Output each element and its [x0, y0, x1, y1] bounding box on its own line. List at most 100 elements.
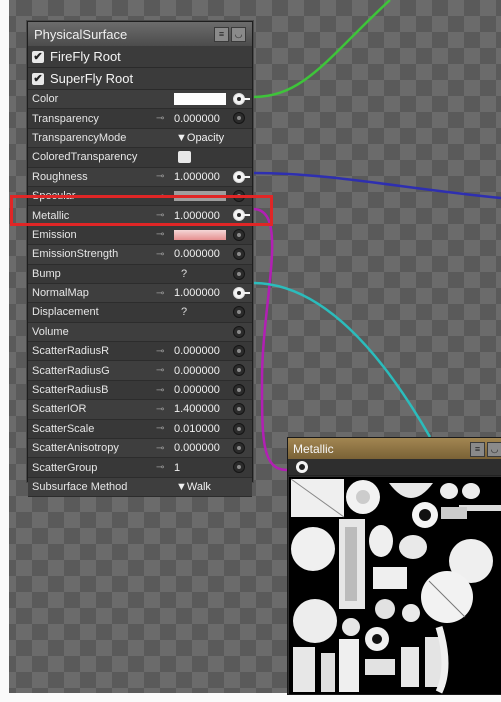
- param-name: ScatterAnisotropy: [32, 442, 119, 455]
- collapse-icon[interactable]: ◡: [487, 442, 501, 457]
- param-row[interactable]: TransparencyMode ▼Opacity: [28, 128, 252, 149]
- param-row[interactable]: Subsurface Method ▼Walk: [28, 477, 252, 498]
- param-value[interactable]: 0.000000: [174, 442, 220, 454]
- collapse-icon[interactable]: ◡: [231, 27, 246, 42]
- param-value[interactable]: 0.000000: [174, 384, 220, 396]
- param-name: ColoredTransparency: [32, 151, 138, 164]
- param-row[interactable]: Roughness ⊸ 1.000000: [28, 167, 252, 187]
- uv-map-image: [289, 477, 501, 694]
- root-row[interactable]: ✔ FireFly Root: [28, 46, 252, 68]
- param-checkbox[interactable]: [178, 151, 191, 164]
- connected-port-icon[interactable]: [233, 93, 250, 105]
- param-name: NormalMap: [32, 287, 89, 300]
- texture-title-bar[interactable]: Metallic ≡ ◡: [288, 438, 501, 459]
- link-icon[interactable]: ⊸: [156, 365, 164, 376]
- param-row[interactable]: Transparency ⊸ 0.000000: [28, 109, 252, 129]
- param-name: Transparency: [32, 112, 99, 125]
- input-port-icon[interactable]: [233, 383, 245, 396]
- color-swatch[interactable]: [174, 93, 226, 105]
- input-port-icon[interactable]: [233, 112, 245, 125]
- param-row[interactable]: ScatterRadiusG ⊸ 0.000000: [28, 361, 252, 381]
- input-port-icon[interactable]: [233, 461, 245, 474]
- input-port-icon[interactable]: [233, 442, 245, 455]
- param-value[interactable]: 0.000000: [174, 113, 220, 125]
- param-name: EmissionStrength: [32, 248, 119, 261]
- link-icon[interactable]: ⊸: [156, 171, 164, 182]
- param-name: Bump: [32, 267, 61, 280]
- param-value[interactable]: 0.000000: [174, 248, 220, 260]
- color-wire: [252, 0, 391, 99]
- link-icon[interactable]: ⊸: [156, 404, 164, 415]
- link-icon[interactable]: ⊸: [156, 229, 164, 240]
- param-row[interactable]: ScatterRadiusB ⊸ 0.000000: [28, 380, 252, 401]
- connected-port-icon[interactable]: [233, 286, 250, 299]
- param-name: TransparencyMode: [32, 131, 127, 144]
- link-icon[interactable]: ⊸: [156, 443, 164, 454]
- param-row[interactable]: Bump?: [28, 264, 252, 284]
- link-icon[interactable]: ⊸: [156, 249, 164, 260]
- roughness-wire: [252, 171, 501, 200]
- link-icon[interactable]: ⊸: [156, 423, 164, 434]
- param-value[interactable]: 1.000000: [174, 171, 220, 183]
- texture-preview: [289, 477, 501, 694]
- texture-node-title: Metallic: [293, 441, 334, 456]
- root-checkbox[interactable]: ✔: [32, 50, 44, 63]
- input-port-icon[interactable]: [233, 267, 245, 280]
- node-title-bar[interactable]: PhysicalSurface ≡ ◡: [28, 22, 252, 46]
- param-row[interactable]: Volume: [28, 322, 252, 343]
- root-checkbox[interactable]: ✔: [32, 72, 44, 85]
- link-icon[interactable]: ⊸: [156, 385, 164, 396]
- link-icon[interactable]: ⊸: [156, 462, 164, 473]
- texture-output-port[interactable]: [296, 461, 308, 473]
- connected-port-icon[interactable]: [233, 170, 250, 183]
- param-row[interactable]: ScatterIOR ⊸ 1.400000: [28, 400, 252, 420]
- input-port-icon[interactable]: [233, 325, 245, 338]
- param-value[interactable]: 0.010000: [174, 423, 220, 435]
- param-row[interactable]: ScatterAnisotropy ⊸ 0.000000: [28, 439, 252, 459]
- param-value[interactable]: 0.000000: [174, 365, 220, 377]
- param-name: Subsurface Method: [32, 481, 128, 493]
- param-name: Displacement: [32, 306, 99, 319]
- param-row[interactable]: ScatterRadiusR ⊸ 0.000000: [28, 342, 252, 362]
- root-label: FireFly Root: [50, 49, 121, 64]
- param-row[interactable]: Color: [28, 90, 252, 110]
- unset-value[interactable]: ?: [181, 306, 187, 318]
- list-icon[interactable]: ≡: [470, 442, 485, 457]
- param-dropdown[interactable]: ▼Walk: [176, 481, 211, 493]
- input-port-icon[interactable]: [233, 422, 245, 435]
- emission-color-bar[interactable]: [174, 229, 226, 240]
- list-icon[interactable]: ≡: [214, 27, 229, 42]
- param-name: ScatterGroup: [32, 461, 98, 474]
- param-value[interactable]: 1.000000: [174, 287, 220, 299]
- param-row[interactable]: ScatterScale ⊸ 0.010000: [28, 419, 252, 440]
- root-row[interactable]: ✔ SuperFly Root: [28, 68, 252, 90]
- param-value[interactable]: 0.000000: [174, 345, 220, 357]
- input-port-icon[interactable]: [233, 228, 245, 241]
- input-port-icon[interactable]: [233, 403, 245, 416]
- link-icon[interactable]: ⊸: [156, 288, 164, 299]
- param-dropdown[interactable]: ▼Opacity: [176, 132, 224, 144]
- input-port-icon[interactable]: [233, 248, 245, 261]
- param-name: ScatterRadiusR: [32, 345, 110, 358]
- param-row[interactable]: Emission ⊸: [28, 225, 252, 246]
- link-icon[interactable]: ⊸: [156, 346, 164, 357]
- param-row[interactable]: ScatterGroup ⊸ 1: [28, 458, 252, 478]
- input-port-icon[interactable]: [233, 345, 245, 358]
- link-icon[interactable]: ⊸: [156, 113, 164, 124]
- root-label: SuperFly Root: [50, 71, 134, 86]
- input-port-icon[interactable]: [233, 306, 245, 319]
- normalmap-wire: [252, 281, 432, 438]
- param-name: Roughness: [32, 170, 88, 183]
- param-value[interactable]: 1: [174, 462, 180, 474]
- param-row[interactable]: NormalMap ⊸ 1.000000: [28, 283, 252, 304]
- param-value[interactable]: 1.400000: [174, 403, 220, 415]
- param-row[interactable]: Displacement?: [28, 303, 252, 323]
- input-port-icon[interactable]: [233, 364, 245, 377]
- unset-value[interactable]: ?: [181, 268, 187, 280]
- viewport-border-left: [0, 0, 9, 702]
- physical-surface-node[interactable]: PhysicalSurface ≡ ◡ ✔ FireFly Root ✔ SuperF…: [27, 21, 253, 498]
- param-name: ScatterScale: [32, 422, 95, 435]
- param-row[interactable]: EmissionStrength ⊸ 0.000000: [28, 245, 252, 265]
- param-row[interactable]: ColoredTransparency: [28, 148, 252, 168]
- metallic-texture-node[interactable]: Metallic ≡ ◡: [287, 437, 501, 695]
